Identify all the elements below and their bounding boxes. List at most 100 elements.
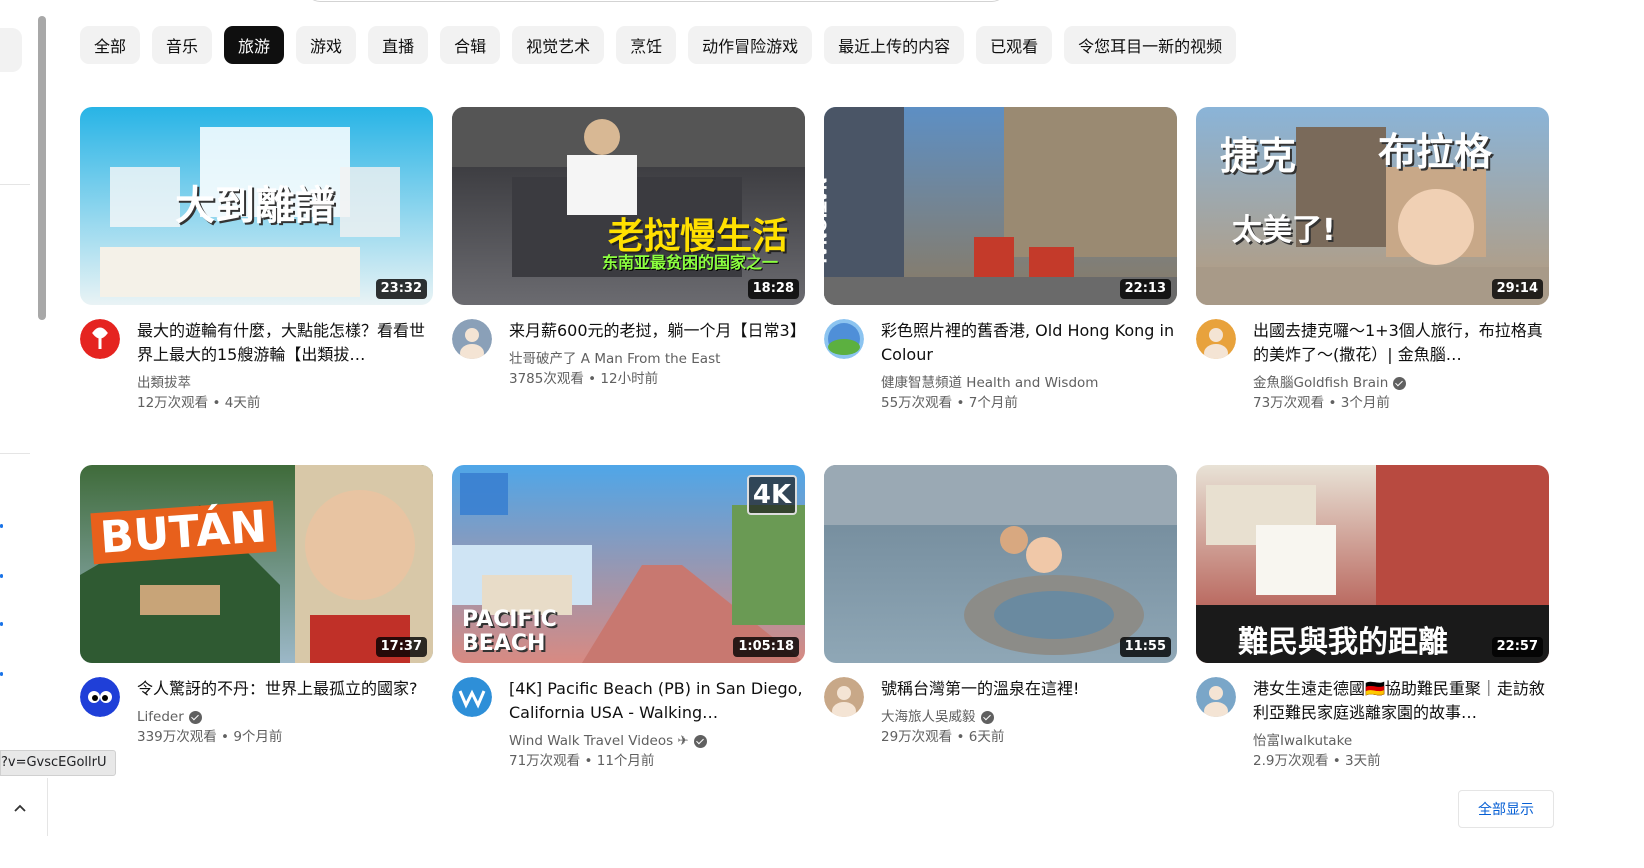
video-stats: 71万次观看 • 11个月前	[509, 753, 655, 769]
video-title[interactable]: 令人驚訝的不丹：世界上最孤立的國家?	[137, 677, 433, 701]
chip[interactable]: 合辑	[440, 26, 501, 64]
video-stats: 12万次观看 • 4天前	[137, 395, 261, 411]
link-url-tooltip: ?v=GvscEGollrU	[0, 750, 116, 776]
duration-badge: 29:14	[1491, 279, 1543, 299]
thumbnail-title: BEACH	[462, 631, 546, 656]
channel-name[interactable]: 健康智慧頻道 Health and Wisdom	[881, 373, 1177, 393]
video-stats: 55万次观看 • 7个月前	[881, 395, 1018, 411]
sidebar-card[interactable]	[0, 28, 22, 72]
channel-name[interactable]: 壮哥破产了 A Man From the East	[509, 349, 805, 369]
duration-badge: 22:13	[1119, 279, 1171, 299]
channel-name-text[interactable]: Lifeder	[137, 707, 184, 727]
duration-badge: 18:28	[747, 279, 799, 299]
video-thumbnail[interactable]: 大到離譜 23:32	[80, 107, 433, 305]
video-thumbnail[interactable]: PACIFIC BEACH 4K 1:05:18	[452, 465, 805, 663]
video-title[interactable]: 出國去捷克囉～1+3個人旅行，布拉格真的美炸了～(撒花）| 金魚腦…	[1253, 319, 1549, 367]
sidebar-marker	[0, 622, 3, 626]
thumbnail-title: 難民與我的距離	[1238, 625, 1448, 660]
chip[interactable]: 游戏	[296, 26, 357, 64]
show-all-button[interactable]: 全部显示	[1458, 790, 1554, 828]
4k-badge: 4K	[747, 475, 797, 515]
chip[interactable]: 最近上传的内容	[824, 26, 965, 64]
duration-badge: 1:05:18	[733, 637, 799, 657]
duration-badge: 11:55	[1119, 637, 1171, 657]
chip[interactable]: 音乐	[152, 26, 213, 64]
video-thumbnail[interactable]: NATIONAL 22:13	[824, 107, 1177, 305]
verified-check-icon	[1393, 376, 1407, 390]
channel-avatar[interactable]	[824, 319, 864, 359]
channel-name-text[interactable]: 出類拔萃	[137, 373, 191, 393]
scrollbar-thumb[interactable]	[38, 16, 46, 320]
video-title[interactable]: 港女生遠走德國🇩🇪協助難民重聚｜走訪敘利亞難民家庭逃離家園的故事…	[1253, 677, 1549, 725]
channel-name-text[interactable]: 大海旅人吳威毅	[881, 707, 976, 727]
video-stats: 339万次观看 • 9个月前	[137, 729, 283, 745]
video-thumbnail[interactable]: 捷克 布拉格 太美了! 29:14	[1196, 107, 1549, 305]
video-card[interactable]: BUTÁN 17:37 令人驚訝的不丹：世界上最孤立的國家? Lifeder 3…	[80, 465, 433, 823]
chip[interactable]: 视觉艺术	[512, 26, 605, 64]
video-card[interactable]: PACIFIC BEACH 4K 1:05:18 [4K] Pacific Beac…	[452, 465, 805, 823]
video-card[interactable]: 大到離譜 23:32 最大的遊輪有什麼，大點能怎樣？看看世界上最大的15艘游輪【…	[80, 107, 433, 465]
video-card[interactable]: 難民與我的距離 22:57 港女生遠走德國🇩🇪協助難民重聚｜走訪敘利亞難民家庭逃…	[1196, 465, 1549, 823]
chip[interactable]: 直播	[368, 26, 429, 64]
video-title[interactable]: 最大的遊輪有什麼，大點能怎樣？看看世界上最大的15艘游輪【出類拔…	[137, 319, 433, 367]
duration-badge: 17:37	[375, 637, 427, 657]
sidebar-scrollbar[interactable]	[38, 16, 46, 320]
sidebar-divider	[0, 453, 30, 454]
video-title[interactable]: [4K] Pacific Beach (PB) in San Diego, Ca…	[509, 677, 805, 725]
thumbnail-sign: NATIONAL	[824, 177, 830, 268]
channel-avatar[interactable]	[80, 319, 120, 359]
channel-name[interactable]: 出類拔萃	[137, 373, 433, 393]
channel-name-text[interactable]: 金魚腦Goldfish Brain	[1253, 373, 1388, 393]
video-title[interactable]: 號稱台灣第一的溫泉在這裡!	[881, 677, 1177, 701]
video-thumbnail[interactable]: BUTÁN 17:37	[80, 465, 433, 663]
video-card[interactable]: 捷克 布拉格 太美了! 29:14 出國去捷克囉～1+3個人旅行，布拉格真的美炸了～…	[1196, 107, 1549, 465]
video-title[interactable]: 来月薪600元的老挝，躺一个月【日常3】	[509, 319, 805, 343]
verified-check-icon	[693, 734, 707, 748]
channel-name[interactable]: 大海旅人吳威毅	[881, 707, 1177, 727]
thumbnail-title: 布拉格	[1378, 130, 1493, 174]
search-bar-remnant[interactable]	[306, 0, 1006, 2]
video-card[interactable]: 11:55 號稱台灣第一的溫泉在這裡! 大海旅人吳威毅 29万次观看 • 6天前	[824, 465, 1177, 823]
chevron-up-icon[interactable]	[8, 796, 32, 820]
chip[interactable]: 已观看	[976, 26, 1053, 64]
channel-name[interactable]: 金魚腦Goldfish Brain	[1253, 373, 1549, 393]
chip[interactable]: 旅游	[224, 26, 285, 64]
video-card[interactable]: NATIONAL 22:13 彩色照片裡的舊香港, Old Hong Kong …	[824, 107, 1177, 465]
channel-name-text[interactable]: 怡富Iwalkutake	[1253, 731, 1352, 751]
video-stats: 3785次观看 • 12小时前	[509, 371, 659, 387]
channel-avatar[interactable]	[452, 677, 492, 717]
chip[interactable]: 动作冒险游戏	[688, 26, 813, 64]
channel-name[interactable]: Wind Walk Travel Videos ✈	[509, 731, 805, 751]
channel-name-text[interactable]: 壮哥破产了 A Man From the East	[509, 349, 720, 369]
thumbnail-title: PACIFIC	[462, 607, 557, 632]
duration-badge: 23:32	[375, 279, 427, 299]
channel-name-text[interactable]: Wind Walk Travel Videos ✈	[509, 731, 689, 751]
video-thumbnail[interactable]: 老挝慢生活 东南亚最贫困的国家之一 18:28	[452, 107, 805, 305]
video-card[interactable]: 老挝慢生活 东南亚最贫困的国家之一 18:28 来月薪600元的老挝，躺一个月【日…	[452, 107, 805, 465]
video-stats: 29万次观看 • 6天前	[881, 729, 1005, 745]
verified-check-icon	[980, 710, 994, 724]
channel-name-text[interactable]: 健康智慧頻道 Health and Wisdom	[881, 373, 1098, 393]
video-thumbnail[interactable]: 難民與我的距離 22:57	[1196, 465, 1549, 663]
chip[interactable]: 令您耳目一新的视频	[1064, 26, 1237, 64]
video-title[interactable]: 彩色照片裡的舊香港, Old Hong Kong in Colour	[881, 319, 1177, 367]
chip[interactable]: 烹饪	[616, 26, 677, 64]
channel-name[interactable]: Lifeder	[137, 707, 433, 727]
channel-name[interactable]: 怡富Iwalkutake	[1253, 731, 1549, 751]
sidebar-remnant	[0, 0, 34, 868]
channel-avatar[interactable]	[452, 319, 492, 359]
sidebar-marker	[0, 574, 3, 578]
thumbnail-title: 大到離譜	[175, 183, 335, 229]
channel-avatar[interactable]	[1196, 319, 1236, 359]
sidebar-marker	[0, 672, 3, 676]
video-grid: 大到離譜 23:32 最大的遊輪有什麼，大點能怎樣？看看世界上最大的15艘游輪【…	[80, 107, 1550, 823]
video-thumbnail[interactable]: 11:55	[824, 465, 1177, 663]
duration-badge: 22:57	[1491, 637, 1543, 657]
divider	[47, 778, 48, 836]
chip[interactable]: 全部	[80, 26, 141, 64]
channel-avatar[interactable]	[1196, 677, 1236, 717]
channel-avatar[interactable]	[824, 677, 864, 717]
thumbnail-subtitle: 东南亚最贫困的国家之一	[602, 253, 779, 272]
video-stats: 2.9万次观看 • 3天前	[1253, 753, 1381, 769]
channel-avatar[interactable]	[80, 677, 120, 717]
